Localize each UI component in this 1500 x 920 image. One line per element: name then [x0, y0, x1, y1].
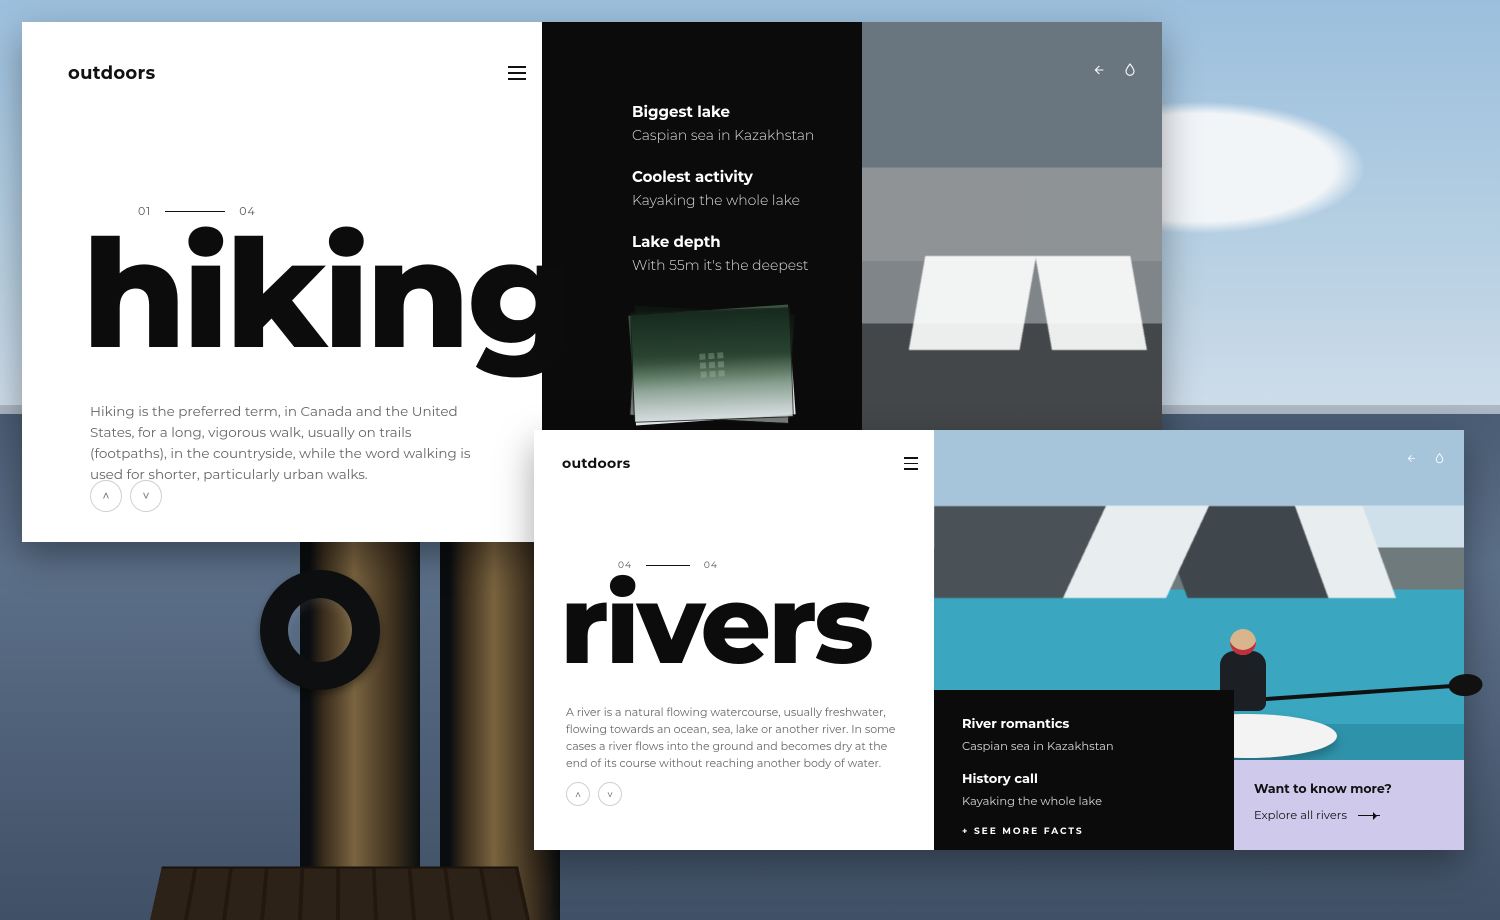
prev-slide-button[interactable]: ˄ — [90, 480, 122, 512]
fact-body: With 55m it's the deepest — [632, 256, 808, 274]
cta-link[interactable]: Explore all rivers — [1254, 808, 1380, 822]
fact-heading: History call — [962, 771, 1206, 787]
facts-list: Biggest lake Caspian sea in Kazakhstan C… — [632, 102, 814, 297]
cta-heading: Want to know more? — [1254, 782, 1444, 797]
fact-heading: Coolest activity — [632, 167, 814, 186]
back-arrow-icon[interactable] — [1404, 452, 1417, 465]
fact-body: Kayaking the whole lake — [632, 191, 800, 209]
brand-logo[interactable]: outdoors — [68, 62, 155, 84]
back-arrow-icon[interactable] — [1090, 62, 1106, 78]
slide-title: hiking — [82, 230, 569, 358]
see-more-facts-link[interactable]: + SEE MORE FACTS — [962, 826, 1206, 837]
fact-body: Kayaking the whole lake — [962, 794, 1102, 808]
facts-panel: River romantics Caspian sea in Kazakhsta… — [934, 690, 1234, 850]
fact-heading: River romantics — [962, 716, 1206, 732]
brand-logo[interactable]: outdoors — [562, 454, 631, 472]
fact-heading: Biggest lake — [632, 102, 814, 121]
next-slide-button[interactable]: ˅ — [130, 480, 162, 512]
prev-slide-button[interactable]: ˄ — [566, 782, 590, 806]
grid-icon — [699, 352, 725, 378]
arrow-right-icon — [1358, 815, 1380, 816]
water-drop-icon[interactable] — [1433, 452, 1446, 465]
cta-link-label: Explore all rivers — [1254, 808, 1347, 822]
slide-title: rivers — [560, 578, 871, 672]
fact-heading: Lake depth — [632, 232, 814, 251]
menu-icon[interactable] — [508, 66, 526, 80]
fact-body: Caspian sea in Kazakhstan — [632, 126, 814, 144]
slide-description: A river is a natural flowing watercourse… — [566, 704, 896, 772]
next-slide-button[interactable]: ˅ — [598, 782, 622, 806]
water-drop-icon[interactable] — [1122, 62, 1138, 78]
menu-icon[interactable] — [904, 457, 918, 470]
slide-rivers: outdoors 04 04 rivers A river is a natur… — [534, 430, 1464, 850]
slide-description: Hiking is the preferred term, in Canada … — [90, 402, 490, 486]
fact-body: Caspian sea in Kazakhstan — [962, 739, 1114, 753]
cta-panel: Want to know more? Explore all rivers — [1234, 760, 1464, 850]
gallery-thumbnail[interactable] — [628, 305, 795, 426]
